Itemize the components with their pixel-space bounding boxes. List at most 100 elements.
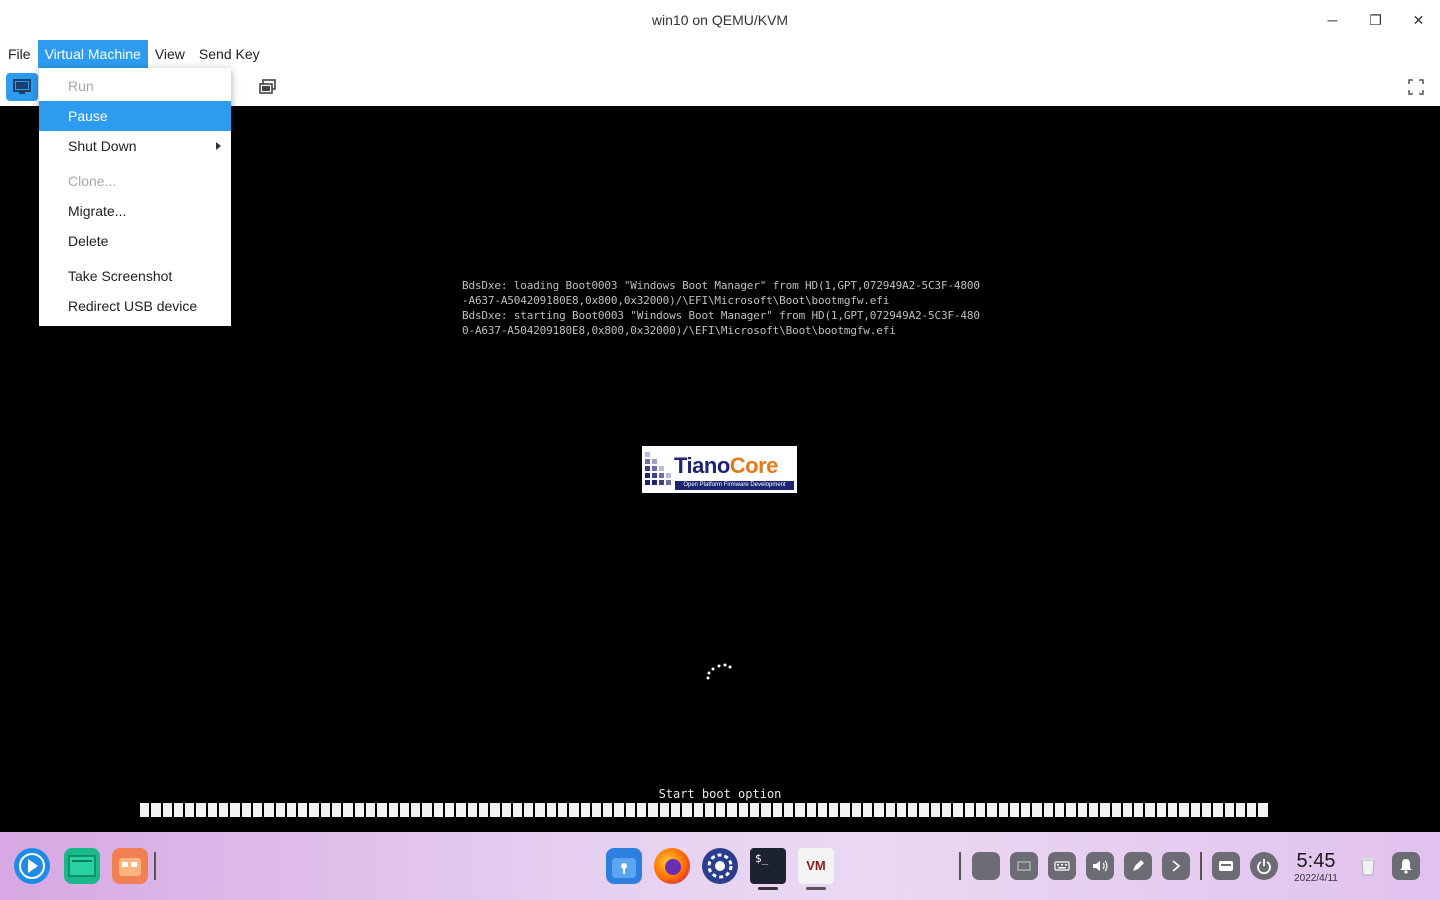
progress-segment xyxy=(286,803,299,817)
progress-segment xyxy=(298,803,310,817)
progress-segment xyxy=(433,803,446,817)
boot-log-line: 0-A637-A504209180E8,0x800,0x32000)/\EFI\… xyxy=(462,324,896,337)
progress-segment xyxy=(241,803,253,817)
progress-segment xyxy=(1134,803,1146,817)
logo-name-tiano: Tiano xyxy=(674,453,730,478)
window-title: win10 on QEMU/KVM xyxy=(651,12,789,28)
progress-segment xyxy=(1100,803,1112,817)
virtual-machine-menu: Run Pause Shut Down Clone... Migrate... … xyxy=(39,68,231,326)
progress-segment xyxy=(648,803,660,817)
package-icon[interactable] xyxy=(606,848,642,884)
menu-send-key[interactable]: Send Key xyxy=(192,40,267,68)
menu-item-migrate[interactable]: Migrate... xyxy=(39,196,231,226)
menubar: File Virtual Machine View Send Key xyxy=(0,40,1440,68)
progress-segment xyxy=(1168,803,1180,817)
taskbar-separator xyxy=(959,852,961,880)
expand-arrow-icon[interactable] xyxy=(1162,852,1190,880)
close-button[interactable]: ✕ xyxy=(1397,0,1440,40)
progress-segment xyxy=(863,803,875,817)
progress-segment xyxy=(377,803,389,817)
progress-segment xyxy=(309,803,321,817)
progress-segment xyxy=(761,803,773,817)
restore-button[interactable]: ❐ xyxy=(1354,0,1397,40)
keyboard-icon[interactable] xyxy=(1048,852,1076,880)
menu-item-delete[interactable]: Delete xyxy=(39,226,231,256)
screenshot-button[interactable] xyxy=(252,73,284,101)
menu-item-run: Run xyxy=(68,78,94,94)
file-manager-icon[interactable] xyxy=(64,848,100,884)
progress-segment xyxy=(750,803,762,817)
boot-log-line: -A637-A504209180E8,0x800,0x32000)/\EFI\M… xyxy=(462,294,890,307)
submenu-arrow-icon xyxy=(216,142,221,150)
progress-segment xyxy=(1156,803,1169,817)
taskbar: $_ VM xyxy=(0,832,1440,900)
progress-segment xyxy=(964,803,976,817)
progress-segment xyxy=(614,803,626,817)
fullscreen-button[interactable] xyxy=(1400,73,1432,101)
progress-segment xyxy=(207,803,220,817)
launcher-icon[interactable] xyxy=(14,848,50,884)
console-view-button[interactable] xyxy=(6,73,38,101)
menu-view[interactable]: View xyxy=(148,40,192,68)
progress-segment xyxy=(1190,803,1202,817)
taskbar-separator xyxy=(154,852,156,880)
progress-segment xyxy=(704,803,717,817)
progress-segment xyxy=(467,803,479,817)
progress-segment xyxy=(173,803,186,817)
progress-segment xyxy=(591,803,604,817)
progress-segment xyxy=(490,803,502,817)
progress-segment xyxy=(557,803,570,817)
progress-segment xyxy=(670,803,683,817)
progress-segment xyxy=(320,803,333,817)
menu-item-pause[interactable]: Pause xyxy=(39,101,231,131)
menu-item-redirect-usb[interactable]: Redirect USB device xyxy=(39,291,231,321)
progress-segment xyxy=(738,803,751,817)
progress-segment xyxy=(445,803,457,817)
menu-virtual-machine[interactable]: Virtual Machine xyxy=(37,40,148,68)
firefox-icon[interactable] xyxy=(654,848,690,884)
progress-segment xyxy=(1066,803,1078,817)
tray-app-icon[interactable] xyxy=(972,852,1000,880)
progress-segment xyxy=(840,803,852,817)
window-titlebar: win10 on QEMU/KVM ─ ❐ ✕ xyxy=(0,0,1440,40)
progress-segment xyxy=(716,803,728,817)
pen-icon[interactable] xyxy=(1124,852,1152,880)
terminal-icon[interactable]: $_ xyxy=(750,848,786,884)
settings-icon[interactable] xyxy=(702,848,738,884)
progress-segment xyxy=(162,803,174,817)
progress-segment xyxy=(388,803,400,817)
progress-segment xyxy=(603,803,615,817)
progress-segment xyxy=(252,803,265,817)
progress-segment xyxy=(230,803,242,817)
volume-icon[interactable] xyxy=(1086,852,1114,880)
progress-segment xyxy=(1077,803,1089,817)
progress-segment xyxy=(1111,803,1123,817)
progress-segment xyxy=(456,803,468,817)
minimize-button[interactable]: ─ xyxy=(1311,0,1354,40)
progress-segment xyxy=(693,803,705,817)
menu-item-shut-down[interactable]: Shut Down xyxy=(39,131,231,161)
onboard-keyboard-icon[interactable] xyxy=(1212,852,1240,880)
virt-manager-icon[interactable]: VM xyxy=(798,848,834,884)
taskbar-separator xyxy=(1200,852,1202,880)
menu-file[interactable]: File xyxy=(2,40,38,68)
progress-segment xyxy=(512,803,525,817)
app-store-icon[interactable] xyxy=(112,848,148,884)
progress-segment xyxy=(196,803,208,817)
power-icon[interactable] xyxy=(1250,852,1278,880)
progress-segment xyxy=(546,803,558,817)
menu-item-take-screenshot[interactable]: Take Screenshot xyxy=(39,261,231,291)
progress-segment xyxy=(580,803,592,817)
progress-segment xyxy=(332,803,344,817)
trash-icon[interactable] xyxy=(1354,852,1382,880)
progress-segment xyxy=(817,803,830,817)
progress-segment xyxy=(783,803,796,817)
notification-icon[interactable] xyxy=(1392,852,1420,880)
progress-segment xyxy=(930,803,943,817)
progress-segment xyxy=(478,803,491,817)
tray-window-icon[interactable] xyxy=(1010,852,1038,880)
progress-segment xyxy=(1247,803,1259,817)
clock-time[interactable]: 5:45 xyxy=(1290,850,1342,873)
progress-segment xyxy=(1043,803,1056,817)
clock-date[interactable]: 2022/4/11 xyxy=(1286,873,1346,884)
